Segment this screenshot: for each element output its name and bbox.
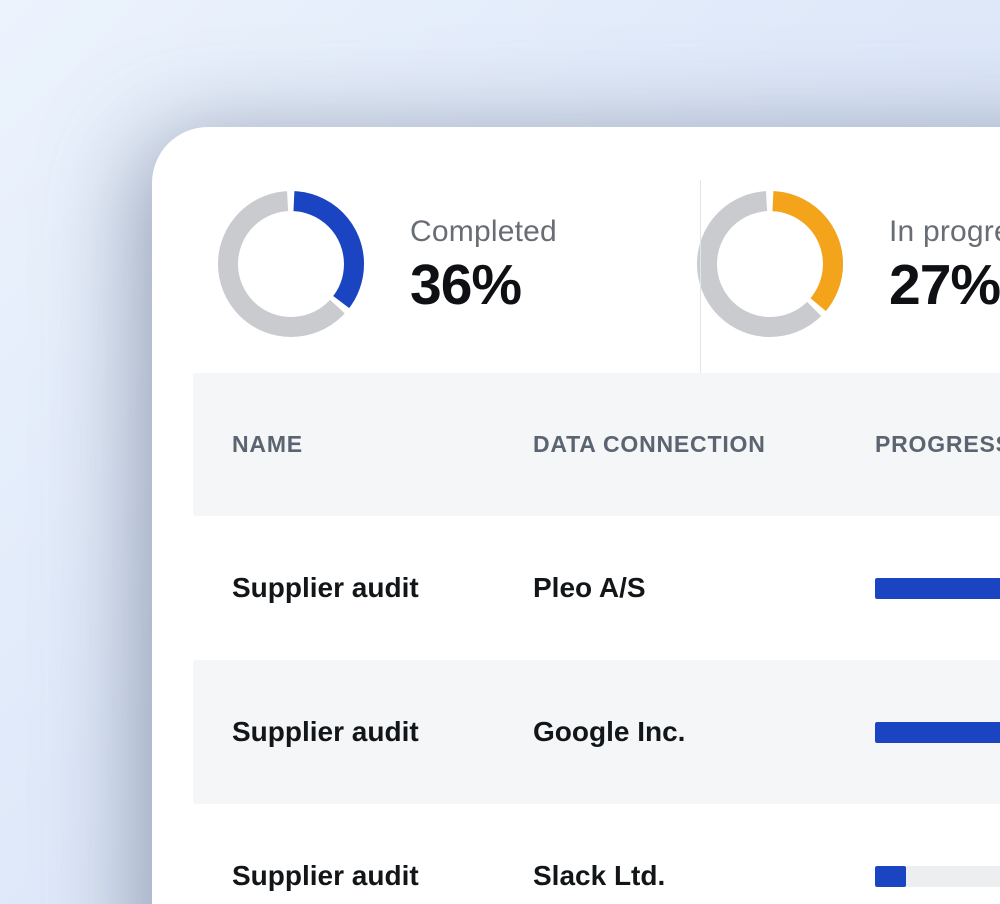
row-data-connection: Google Inc. [533, 716, 875, 748]
row-name: Supplier audit [232, 572, 533, 604]
row-data-connection: Pleo A/S [533, 572, 875, 604]
audits-table: NAME DATA CONNECTION PROGRESS Supplier a… [193, 373, 1000, 904]
summary-card-in-progress: In progress 27% [659, 155, 1000, 373]
column-header-data-connection: DATA CONNECTION [533, 431, 875, 458]
row-name: Supplier audit [232, 860, 533, 892]
dashboard-card: Completed 36% In progress 27% NAME [152, 127, 1000, 904]
progress-bar-fill [875, 866, 906, 887]
page-background: { "summary": { "divider_color": "#e3e6e9… [0, 0, 1000, 904]
progress-bar-fill [875, 722, 1000, 743]
column-header-name: NAME [232, 431, 533, 458]
completed-label: Completed [410, 215, 557, 249]
progress-bar-track [875, 578, 1000, 599]
column-header-progress: PROGRESS [875, 431, 1000, 458]
in-progress-percent: 27% [889, 257, 1000, 314]
table-body: Supplier audit Pleo A/S Supplier audit G… [193, 516, 1000, 904]
progress-bar-track [875, 722, 1000, 743]
summary-card-completed: Completed 36% [193, 155, 659, 373]
table-row[interactable]: Supplier audit Google Inc. [193, 660, 1000, 804]
summary-section: Completed 36% In progress 27% [193, 127, 1000, 373]
in-progress-label: In progress [889, 215, 1000, 249]
table-row[interactable]: Supplier audit Pleo A/S [193, 516, 1000, 660]
progress-bar-track [875, 866, 1000, 887]
in-progress-donut-chart [697, 191, 843, 337]
summary-divider [700, 180, 701, 373]
row-data-connection: Slack Ltd. [533, 860, 875, 892]
completed-percent: 36% [410, 257, 557, 314]
row-name: Supplier audit [232, 716, 533, 748]
table-header-row: NAME DATA CONNECTION PROGRESS [193, 373, 1000, 516]
table-row[interactable]: Supplier audit Slack Ltd. [193, 804, 1000, 904]
completed-donut-chart [218, 191, 364, 337]
progress-bar-fill [875, 578, 1000, 599]
